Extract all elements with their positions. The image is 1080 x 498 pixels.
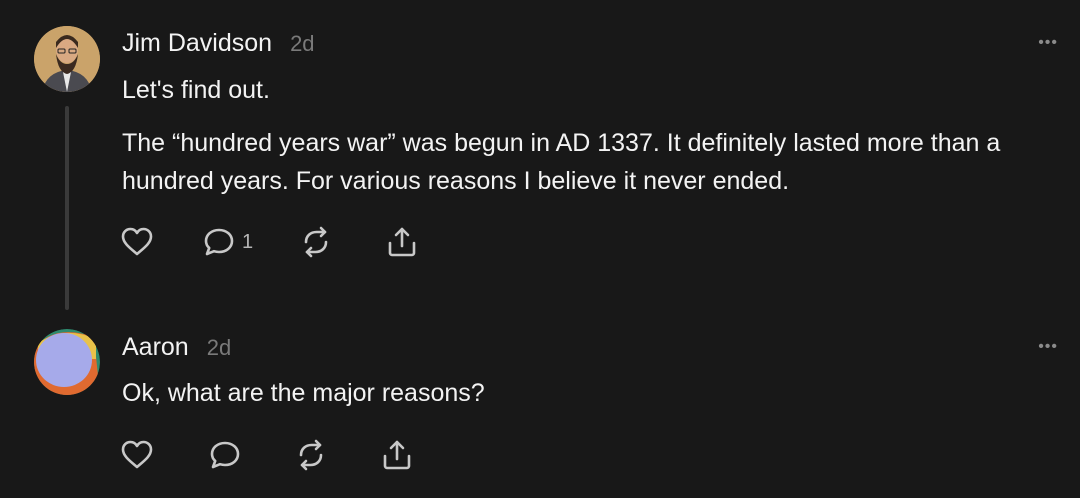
heart-icon (121, 227, 153, 256)
repost-icon (299, 439, 323, 471)
post-text-paragraph: The “hundred years war” was begun in AD … (122, 129, 1001, 195)
share-icon (388, 227, 416, 257)
reply-count: 1 (242, 230, 254, 253)
share-icon (383, 440, 411, 470)
repost-button[interactable] (294, 439, 328, 471)
like-button[interactable] (120, 439, 154, 471)
repost-button[interactable] (299, 226, 333, 258)
comment-icon (210, 441, 240, 469)
avatar-photo (34, 26, 100, 92)
like-button[interactable] (120, 226, 154, 258)
share-button[interactable] (380, 439, 414, 471)
action-bar: 1 (120, 226, 419, 258)
post-header: Aaron 2d (122, 333, 231, 362)
avatar[interactable] (34, 26, 100, 92)
repost-icon (304, 226, 328, 258)
action-bar (120, 439, 414, 471)
avatar[interactable] (34, 329, 100, 395)
timestamp: 2d (206, 335, 232, 360)
thread-line (65, 106, 69, 310)
post-text-paragraph: Ok, what are the major reasons? (122, 379, 485, 407)
post-text-paragraph: Let's find out. (122, 76, 270, 104)
more-options-button[interactable]: ••• (1038, 338, 1058, 356)
timestamp: 2d (290, 31, 315, 56)
post-header: Jim Davidson 2d (122, 29, 315, 58)
share-button[interactable] (385, 226, 419, 258)
author-name[interactable]: Jim Davidson (122, 29, 272, 58)
avatar-abstract-image (34, 329, 100, 395)
reply-button[interactable]: 1 (202, 226, 253, 258)
author-name[interactable]: Aaron (122, 333, 189, 362)
heart-icon (121, 440, 153, 469)
comment-icon (204, 228, 234, 256)
reply-button[interactable] (208, 439, 242, 471)
more-options-button[interactable]: ••• (1038, 34, 1058, 52)
